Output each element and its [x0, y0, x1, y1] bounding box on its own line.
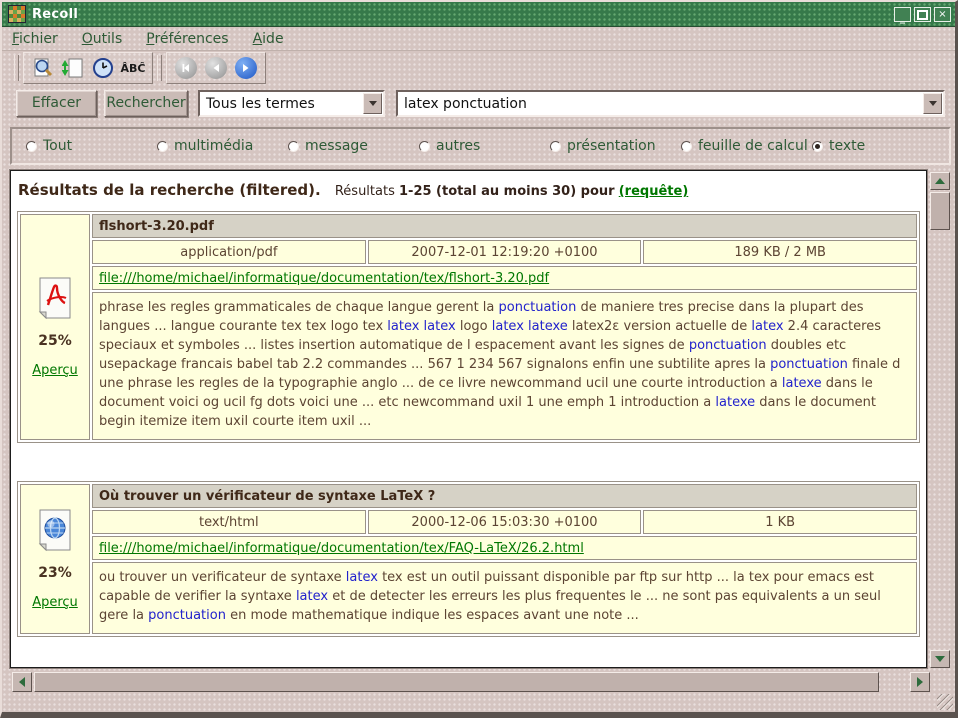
result-mime: text/html	[92, 510, 366, 534]
filter-tout[interactable]: Tout	[26, 138, 157, 154]
filter-texte[interactable]: texte	[812, 138, 865, 154]
result-size: 1 KB	[643, 510, 917, 534]
filter-presentation[interactable]: présentation	[550, 138, 681, 154]
toolbar: ÂBĈ	[2, 51, 955, 85]
advanced-search-icon[interactable]	[30, 55, 56, 81]
vertical-scroll-thumb[interactable]	[930, 192, 950, 230]
radio-icon[interactable]	[550, 141, 561, 152]
results-header: Résultats de la recherche (filtered). Ré…	[18, 181, 921, 199]
menu-bar: Fichier Outils Préférences Aide	[2, 28, 955, 51]
search-row: Effacer Rechercher Tous les termes latex…	[2, 90, 955, 120]
radio-icon[interactable]	[26, 141, 37, 152]
result-meta-row: application/pdf 2007-12-01 12:19:20 +010…	[92, 240, 917, 264]
radio-icon[interactable]	[681, 141, 692, 152]
query-link[interactable]: (requête)	[619, 184, 689, 199]
document-history-icon[interactable]	[90, 55, 116, 81]
result-size: 189 KB / 2 MB	[643, 240, 917, 264]
menu-fichier[interactable]: Fichier	[12, 31, 58, 47]
horizontal-scroll-thumb[interactable]	[34, 672, 879, 692]
result-date: 2007-12-01 12:19:20 +0100	[368, 240, 642, 264]
result-abstract: ou trouver un verificateur de syntaxe la…	[92, 562, 917, 634]
result-meta-row: text/html 2000-12-06 15:03:30 +0100 1 KB	[92, 510, 917, 534]
clear-button[interactable]: Effacer	[16, 90, 97, 117]
recoll-window: Recoll _ × Fichier Outils Préférences Ai…	[0, 0, 958, 718]
vertical-scrollbar[interactable]	[930, 172, 950, 668]
horizontal-scrollbar[interactable]	[12, 672, 930, 692]
minimize-button[interactable]: _	[894, 7, 911, 22]
result-abstract: phrase les regles grammaticales de chaqu…	[92, 292, 917, 440]
search-button[interactable]: Rechercher	[104, 90, 188, 117]
category-filter-frame: Tout multimédia message autres présentat…	[10, 127, 951, 165]
search-mode-select[interactable]: Tous les termes	[198, 90, 385, 117]
first-page-icon[interactable]	[173, 55, 199, 81]
html-icon	[36, 509, 74, 551]
chevron-down-icon[interactable]	[923, 93, 942, 114]
result-side: 23% Aperçu	[20, 484, 90, 634]
resize-grip[interactable]	[937, 694, 953, 710]
result-url-link[interactable]: file:///home/michael/informatique/docume…	[99, 271, 549, 286]
arrow-left-icon	[19, 677, 25, 687]
relevance-percent: 23%	[38, 565, 72, 581]
result-date: 2000-12-06 15:03:30 +0100	[368, 510, 642, 534]
arrow-right-icon	[917, 677, 923, 687]
menu-aide[interactable]: Aide	[253, 31, 284, 47]
menu-outils[interactable]: Outils	[82, 31, 122, 47]
close-button[interactable]: ×	[934, 7, 951, 22]
radio-icon[interactable]	[419, 141, 430, 152]
toolbar-group-tools: ÂBĈ	[23, 52, 153, 84]
result-side: 25% Aperçu	[20, 214, 90, 440]
term-explorer-icon[interactable]: ÂBĈ	[120, 55, 146, 81]
results-title: Résultats de la recherche (filtered).	[18, 181, 321, 199]
scroll-up-button[interactable]	[930, 172, 950, 190]
next-page-icon[interactable]	[233, 55, 259, 81]
sort-parameters-icon[interactable]	[60, 55, 86, 81]
pdf-icon	[36, 277, 74, 319]
result-url-link[interactable]: file:///home/michael/informatique/docume…	[99, 541, 584, 556]
arrow-down-icon	[935, 656, 945, 662]
result-item: 23% Aperçu Où trouver un vérificateur de…	[17, 481, 920, 637]
filter-multimedia[interactable]: multimédia	[157, 138, 288, 154]
filter-message[interactable]: message	[288, 138, 419, 154]
maximize-icon	[917, 10, 928, 20]
title-bar[interactable]: Recoll _ ×	[2, 2, 955, 27]
toolbar-group-nav	[166, 52, 266, 84]
relevance-percent: 25%	[38, 333, 72, 349]
radio-checked-icon[interactable]	[812, 141, 823, 152]
radio-icon[interactable]	[157, 141, 168, 152]
results-panel: Résultats de la recherche (filtered). Ré…	[10, 170, 927, 668]
app-icon	[8, 5, 26, 23]
scroll-left-button[interactable]	[12, 672, 32, 692]
arrow-up-icon	[935, 178, 945, 184]
result-title: flshort-3.20.pdf	[92, 214, 917, 238]
preview-link[interactable]: Aperçu	[32, 595, 78, 610]
result-item: 25% Aperçu flshort-3.20.pdf application/…	[17, 211, 920, 443]
maximize-button[interactable]	[914, 7, 931, 22]
result-mime: application/pdf	[92, 240, 366, 264]
chevron-down-icon[interactable]	[363, 93, 382, 114]
window-title: Recoll	[32, 7, 78, 22]
toolbar-handle[interactable]	[14, 55, 19, 81]
filter-feuille-de-calcul[interactable]: feuille de calcul	[681, 138, 812, 154]
scroll-right-button[interactable]	[910, 672, 930, 692]
menu-preferences[interactable]: Préférences	[146, 31, 228, 47]
preview-link[interactable]: Aperçu	[32, 363, 78, 378]
search-input[interactable]: latex ponctuation	[396, 90, 945, 117]
radio-icon[interactable]	[288, 141, 299, 152]
previous-page-icon[interactable]	[203, 55, 229, 81]
toolbar-handle[interactable]	[157, 55, 162, 81]
scroll-down-button[interactable]	[930, 650, 950, 668]
filter-autres[interactable]: autres	[419, 138, 550, 154]
result-title: Où trouver un vérificateur de syntaxe La…	[92, 484, 917, 508]
